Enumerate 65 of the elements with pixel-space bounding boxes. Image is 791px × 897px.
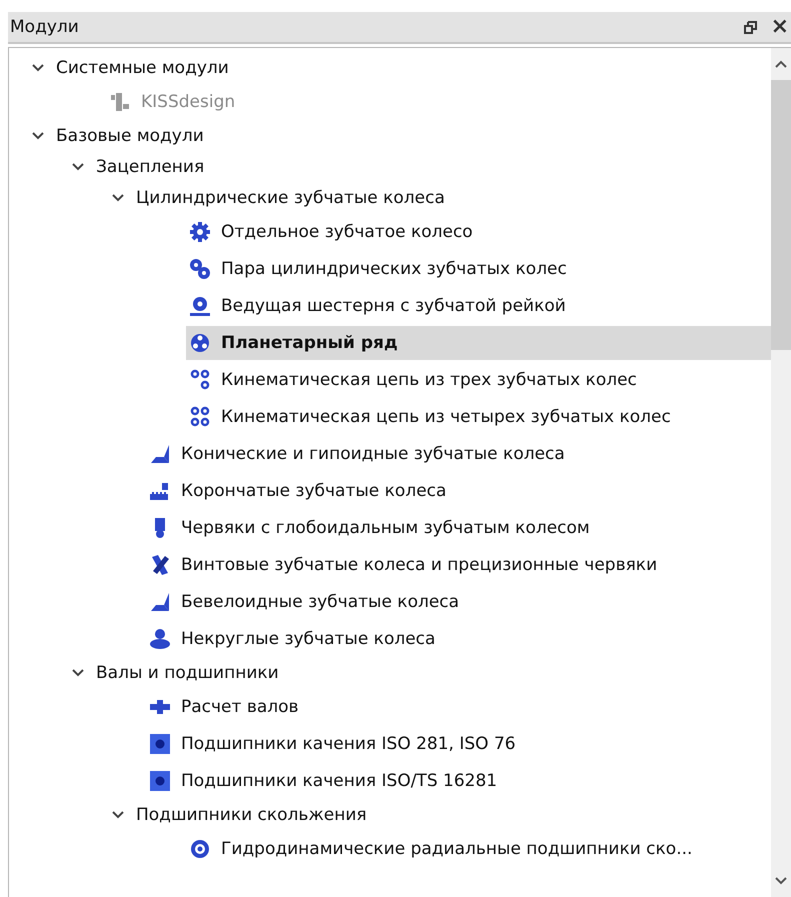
item-label: Бевелоидные зубчатые колеса — [181, 592, 460, 612]
planetary-gear-icon — [189, 332, 211, 354]
tree-item[interactable]: Пара цилиндрических зубчатых колес — [186, 252, 771, 286]
item-label: Цилиндрические зубчатые колеса — [136, 188, 445, 208]
item-label: Отдельное зубчатое колесо — [221, 222, 473, 242]
tree-item[interactable]: Подшипники качения ISO 281, ISO 76 — [146, 726, 771, 760]
item-label: Гидродинамические радиальные подшипники ско... — [221, 838, 692, 858]
grid-icon — [109, 90, 131, 112]
tree-item[interactable]: Конические и гипоидные зубчатые колеса — [146, 436, 771, 470]
item-label: Винтовые зубчатые колеса и прецизионные червяки — [181, 554, 658, 574]
item-label: Базовые модули — [56, 126, 204, 146]
bearing-icon — [149, 732, 171, 754]
gear-rack-icon — [189, 294, 211, 316]
gear-icon — [189, 220, 211, 242]
tree-item[interactable]: Кинематическая цепь из четырех зубчатых колес — [186, 400, 771, 434]
tree-item[interactable]: Расчет валов — [146, 690, 771, 724]
tree-item[interactable]: Некруглые зубчатые колеса — [146, 622, 771, 656]
item-label: Подшипники скольжения — [136, 804, 367, 824]
tree-item[interactable]: Планетарный ряд — [186, 326, 771, 360]
tree-item[interactable]: Подшипники качения ISO/TS 16281 — [146, 764, 771, 798]
tree-item[interactable]: Винтовые зубчатые колеса и прецизионные червяки — [146, 548, 771, 582]
bevel-gear-icon — [149, 590, 171, 612]
tree-item[interactable]: Ведущая шестерня с зубчатой рейкой — [186, 288, 771, 322]
gears-icon — [189, 258, 211, 280]
item-label: Зацепления — [96, 156, 204, 176]
item-label: Корончатые зубчатые колеса — [181, 480, 446, 500]
item-label: Некруглые зубчатые колеса — [181, 628, 436, 648]
close-button[interactable]: × — [768, 16, 791, 38]
item-label: Валы и подшипники — [96, 662, 279, 682]
scrollbar[interactable] — [771, 48, 791, 897]
item-label: Конические и гипоидные зубчатые колеса — [181, 444, 565, 464]
tree-item[interactable]: Кинематическая цепь из трех зубчатых колес — [186, 362, 771, 396]
bevel-gear-icon — [149, 442, 171, 464]
item-label: Расчет валов — [181, 696, 299, 716]
three-gears-icon — [189, 368, 211, 390]
item-label: Пара цилиндрических зубчатых колес — [221, 258, 567, 278]
scroll-up-icon[interactable] — [775, 60, 787, 68]
item-label: Системные модули — [56, 58, 229, 78]
scroll-down-icon[interactable] — [775, 877, 787, 885]
tree-item[interactable]: Подшипники скольжения — [111, 798, 771, 832]
item-label: Кинематическая цепь из четырех зубчатых колес — [221, 406, 671, 426]
bearing-icon — [149, 770, 171, 792]
item-label: Планетарный ряд — [221, 332, 398, 352]
tree-item[interactable]: Червяки с глобоидальным зубчатым колесом — [146, 510, 771, 544]
panel-title: Модули — [10, 17, 80, 37]
item-label: Червяки с глобоидальным зубчатым колесом — [181, 518, 590, 538]
item-label: KISSdesign — [141, 92, 236, 112]
four-gears-icon — [189, 406, 211, 428]
tree-item[interactable]: Валы и подшипники — [71, 656, 771, 690]
tree-item[interactable]: Корончатые зубчатые колеса — [146, 474, 771, 508]
ring-icon — [189, 838, 211, 860]
tree-item[interactable]: Гидродинамические радиальные подшипники ско... — [186, 832, 771, 866]
scroll-thumb[interactable] — [771, 80, 791, 350]
tree-item[interactable]: Системные модули — [31, 50, 771, 84]
helical-gears-icon — [149, 554, 171, 576]
item-label: Подшипники качения ISO 281, ISO 76 — [181, 734, 516, 754]
tree-item[interactable]: Базовые модули — [31, 118, 771, 152]
item-label: Кинематическая цепь из трех зубчатых колес — [221, 370, 637, 390]
item-label: Подшипники качения ISO/TS 16281 — [181, 770, 498, 790]
tree-item[interactable]: Отдельное зубчатое колесо — [186, 214, 771, 248]
tree-item[interactable]: Цилиндрические зубчатые колеса — [111, 180, 771, 214]
restore-icon[interactable] — [744, 20, 757, 34]
item-label: Ведущая шестерня с зубчатой рейкой — [221, 296, 566, 316]
tree-item[interactable]: Зацепления — [71, 150, 771, 184]
tree-item[interactable]: Бевелоидные зубчатые колеса — [146, 584, 771, 618]
